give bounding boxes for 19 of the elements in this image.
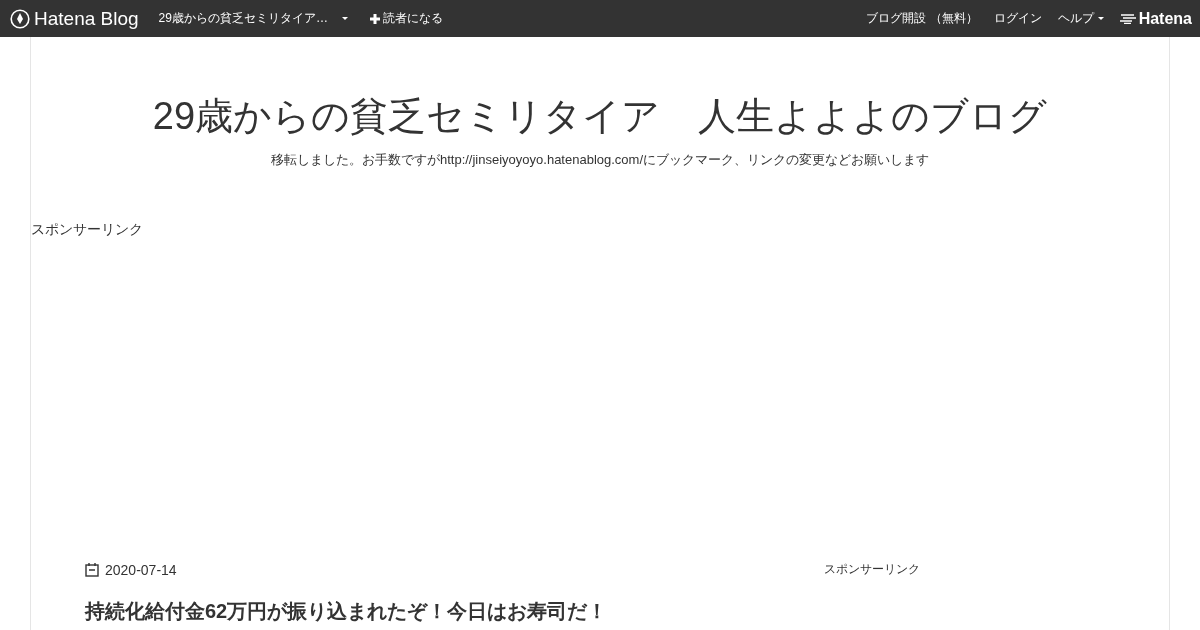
sponsored-label: スポンサーリンク: [31, 221, 143, 239]
blog-title[interactable]: 29歳からの貧乏セミリタイア 人生よよよのブログ: [152, 93, 1048, 139]
blog-description: 移転しました。お手数ですがhttp://jinseiyoyoyo.hatenablog.com/にブックマーク、リンクの変更などお願いします: [270, 151, 930, 169]
plus-icon: [369, 13, 380, 24]
sponsored-label: スポンサーリンク: [824, 561, 920, 578]
blog-menu[interactable]: 29歳からの貧乏セミリタイア…: [158, 10, 348, 27]
nav-link[interactable]: ブログ開設 （無料）: [866, 10, 978, 27]
hatena-logo[interactable]: Hatena: [1119, 9, 1192, 28]
nav-link[interactable]: ヘルプ: [1057, 10, 1104, 27]
calendar-icon: [85, 562, 99, 577]
pen-nib-icon: [10, 8, 30, 29]
caret-icon: [1097, 17, 1104, 20]
nav-link[interactable]: ログイン: [993, 10, 1042, 27]
caret-icon: [341, 17, 348, 20]
subscribe-link[interactable]: 読者になる: [369, 10, 443, 27]
hatena-blog-logo[interactable]: Hatena Blog: [10, 7, 139, 30]
post-date[interactable]: 2020-07-14: [105, 561, 177, 578]
lines-icon: [1119, 13, 1136, 24]
article-title[interactable]: 持続化給付金62万円が振り込まれたぞ！今日はお寿司だ！: [85, 598, 608, 625]
